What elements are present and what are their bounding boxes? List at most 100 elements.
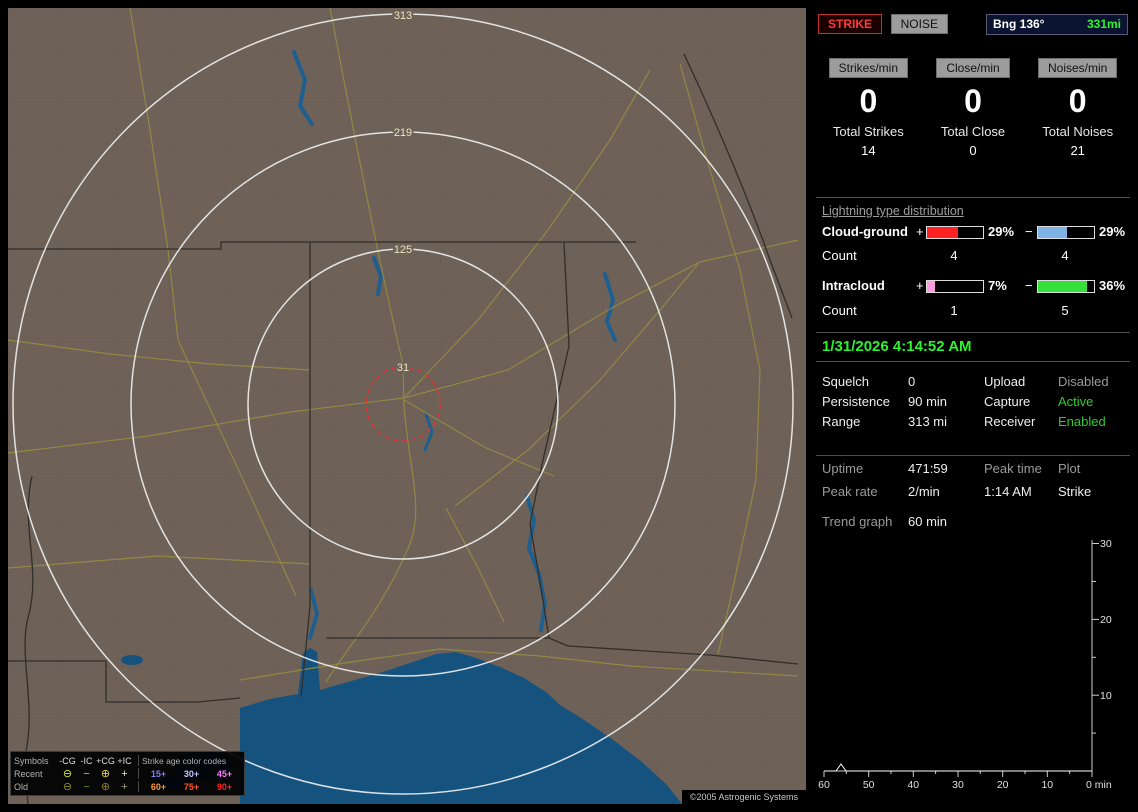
bearing-readout: Bng 136° 331mi [986, 14, 1128, 35]
datetime-display: 1/31/2026 4:14:52 AM [816, 332, 1130, 362]
receiver-label: Receiver [984, 414, 1036, 429]
svg-text:0 min: 0 min [1086, 779, 1112, 791]
squelch-label: Squelch [822, 374, 869, 389]
capture-status: Active [1058, 394, 1094, 409]
plus-sign: + [916, 224, 924, 239]
cg-negative-count: 4 [1061, 248, 1069, 263]
strikes-per-min-button[interactable]: Strikes/min [828, 58, 908, 78]
bearing-range: 331mi [1086, 17, 1121, 31]
trend-graph-canvas: 30 20 10 60 50 40 30 20 10 0 min [818, 538, 1112, 791]
trend-graph: 30 20 10 60 50 40 30 20 10 0 min [816, 528, 1130, 804]
cloud-ground-row: Cloud-ground + 29% − 29% [816, 224, 1130, 241]
total-close-label: Total Close [940, 124, 1006, 139]
noise-mode-button[interactable]: NOISE [890, 14, 948, 34]
ring-label-125: 125 [394, 244, 412, 256]
close-column: Close/min 0 Total Close 0 [921, 58, 1026, 158]
settings-row-1: Squelch 0 Upload Disabled [816, 374, 1130, 391]
cg-count-row: Count 4 4 [816, 248, 1130, 265]
divider [816, 197, 1130, 198]
status-row-1: Uptime 471:59 Peak time Plot [816, 461, 1130, 478]
persistence-label: Persistence [822, 394, 890, 409]
ic-positive-pct: 7% [988, 278, 1007, 293]
peak-rate-label: Peak rate [822, 484, 878, 499]
upload-status: Disabled [1058, 374, 1109, 389]
noises-rate: 0 [1068, 83, 1087, 119]
age-15: 15+ [150, 768, 167, 779]
ic-negative-bar [1037, 280, 1095, 293]
total-noises-label: Total Noises [1042, 124, 1114, 139]
trend-tick-labels: 30 20 10 60 50 40 30 20 10 0 min [818, 538, 1112, 791]
legend-col-pos-cg: +CG [96, 755, 115, 766]
ic-negative-count: 5 [1061, 303, 1069, 318]
svg-text:60: 60 [818, 779, 830, 791]
strikes-rate: 0 [859, 83, 878, 119]
cg-positive-count: 4 [950, 248, 958, 263]
ring-label-313: 313 [394, 10, 412, 22]
bearing-value: Bng 136° [993, 17, 1045, 31]
old-neg-cg-icon: ⊖ [62, 780, 73, 793]
svg-text:10: 10 [1100, 690, 1112, 702]
minus-sign: − [1025, 278, 1033, 293]
recent-neg-ic-icon: − [83, 767, 90, 780]
peak-time-value: 1:14 AM [984, 484, 1032, 499]
old-pos-ic-icon: + [121, 780, 128, 793]
cg-negative-pct: 29% [1099, 224, 1126, 239]
trend-graph-label: Trend graph [822, 514, 893, 529]
total-strikes-label: Total Strikes [832, 124, 904, 139]
recent-pos-ic-icon: + [121, 767, 128, 780]
cg-positive-bar [926, 226, 984, 239]
ring-label-219: 219 [394, 127, 412, 139]
legend-old-label: Old [14, 781, 29, 792]
recent-neg-cg-icon: ⊖ [62, 767, 73, 780]
old-neg-ic-icon: − [83, 780, 90, 793]
trend-graph-value: 60 min [908, 514, 948, 529]
recent-pos-cg-icon: ⊕ [100, 767, 111, 780]
svg-text:30: 30 [1100, 538, 1112, 550]
strike-mode-button[interactable]: STRIKE [818, 14, 883, 34]
legend-recent-label: Recent [14, 768, 43, 779]
noises-column: Noises/min 0 Total Noises 21 [1025, 58, 1130, 158]
minus-sign: − [1025, 224, 1033, 239]
peak-time-label: Peak time [984, 461, 1042, 476]
strikes-column: Strikes/min 0 Total Strikes 14 [816, 58, 921, 158]
close-per-min-button[interactable]: Close/min [936, 58, 1010, 78]
age-45: 45+ [216, 768, 233, 779]
age-90: 90+ [216, 781, 233, 792]
uptime-label: Uptime [822, 461, 864, 476]
legend-col-neg-cg: -CG [59, 755, 76, 766]
receiver-status: Enabled [1058, 414, 1106, 429]
settings-row-2: Persistence 90 min Capture Active [816, 394, 1130, 411]
capture-label: Capture [984, 394, 1031, 409]
legend-col-neg-ic: -IC [80, 755, 93, 766]
age-30: 30+ [183, 768, 200, 779]
legend-divider [137, 755, 139, 766]
persistence-value: 90 min [908, 394, 948, 409]
cg-positive-fill [927, 227, 958, 238]
cg-positive-pct: 29% [988, 224, 1015, 239]
ic-positive-fill [927, 281, 935, 292]
ic-negative-fill [1038, 281, 1088, 292]
svg-text:20: 20 [997, 779, 1009, 791]
distribution-title: Lightning type distribution [822, 204, 964, 218]
cloud-ground-label: Cloud-ground [822, 224, 908, 239]
count-label: Count [822, 248, 857, 263]
map-legend: Symbols -CG -IC +CG +IC Strike age color… [10, 751, 245, 796]
noises-per-min-button[interactable]: Noises/min [1038, 58, 1118, 78]
close-rate: 0 [964, 83, 982, 119]
trend-axes [823, 540, 1099, 777]
ic-count-row: Count 1 5 [816, 303, 1130, 320]
plot-value: Strike [1058, 484, 1092, 499]
legend-divider [137, 768, 139, 779]
legend-col-pos-ic: +IC [117, 755, 132, 766]
total-noises-value: 21 [1070, 143, 1085, 158]
peak-rate-value: 2/min [908, 484, 940, 499]
old-pos-cg-icon: ⊕ [100, 780, 111, 793]
age-75: 75+ [183, 781, 200, 792]
ring-label-31: 31 [397, 362, 409, 374]
svg-text:40: 40 [907, 779, 919, 791]
total-close-value: 0 [969, 143, 977, 158]
lightning-map[interactable]: 313 219 125 31 Symbols -CG -IC +CG +IC S… [8, 8, 806, 804]
app-window: 313 219 125 31 Symbols -CG -IC +CG +IC S… [0, 0, 1138, 812]
cg-negative-fill [1038, 227, 1068, 238]
legend-symbols-header: Symbols [14, 755, 49, 766]
